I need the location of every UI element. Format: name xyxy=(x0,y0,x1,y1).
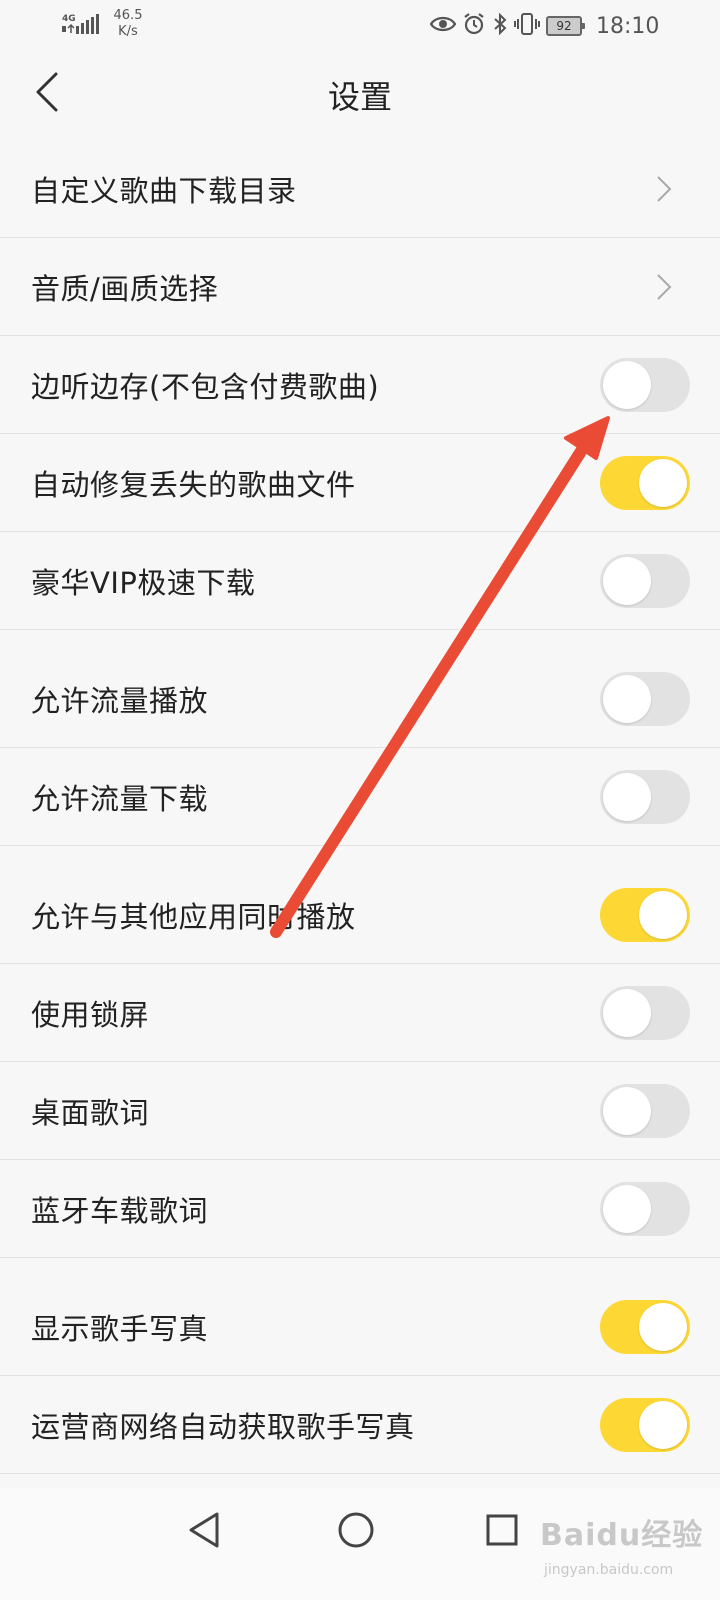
status-icons: 92 18:10 xyxy=(429,12,660,40)
toggle-knob xyxy=(603,1086,651,1135)
toggle-knob xyxy=(603,556,651,605)
setting-row-bluetooth-lyrics: 蓝牙车载歌词 xyxy=(0,1160,720,1258)
square-recent-icon xyxy=(486,1514,518,1546)
eye-icon xyxy=(429,14,457,38)
setting-row-listen-and-save: 边听边存(不包含付费歌曲) xyxy=(0,336,720,434)
toggle-artist-photo[interactable] xyxy=(600,1299,690,1354)
toggle-knob xyxy=(639,890,687,939)
nav-recent-button[interactable] xyxy=(485,1510,519,1554)
toggle-bluetooth-lyrics[interactable] xyxy=(600,1181,690,1236)
toggle-knob xyxy=(603,1184,651,1233)
settings-screen: 4G 46.5 K/s 92 18:10 设置 自定义歌曲下载目录 音质/画质选… xyxy=(0,0,720,1600)
toggle-knob xyxy=(603,360,651,409)
alarm-icon xyxy=(462,12,486,40)
setting-label: 蓝牙车载歌词 xyxy=(31,1193,209,1228)
header: 设置 xyxy=(0,48,720,140)
setting-label: 自定义歌曲下载目录 xyxy=(31,173,297,208)
page-title: 设置 xyxy=(327,78,392,116)
vibrate-icon xyxy=(514,12,540,40)
setting-row-desktop-lyrics: 桌面歌词 xyxy=(0,1062,720,1160)
setting-row-carrier-artist-photo: 运营商网络自动获取歌手写真 xyxy=(0,1376,720,1474)
setting-row-lock-screen: 使用锁屏 xyxy=(0,964,720,1062)
setting-label: 豪华VIP极速下载 xyxy=(31,565,256,600)
chevron-right-icon xyxy=(657,175,672,202)
toggle-mobile-data-download[interactable] xyxy=(600,769,690,824)
settings-list: 自定义歌曲下载目录 音质/画质选择 边听边存(不包含付费歌曲) 自动修复丢失的歌… xyxy=(0,140,720,1474)
toggle-lock-screen[interactable] xyxy=(600,985,690,1040)
toggle-knob xyxy=(639,1302,687,1351)
toggle-desktop-lyrics[interactable] xyxy=(600,1083,690,1138)
setting-label: 允许流量下载 xyxy=(31,781,209,816)
setting-row-auto-repair: 自动修复丢失的歌曲文件 xyxy=(0,434,720,532)
setting-label: 边听边存(不包含付费歌曲) xyxy=(31,369,380,404)
toggle-knob xyxy=(603,772,651,821)
toggle-listen-and-save[interactable] xyxy=(600,357,690,412)
network-speed-unit: K/s xyxy=(118,24,138,39)
setting-label: 显示歌手写真 xyxy=(31,1311,209,1346)
setting-label: 使用锁屏 xyxy=(31,997,150,1032)
toggle-knob xyxy=(603,988,651,1037)
setting-row-mix-with-others: 允许与其他应用同时播放 xyxy=(0,846,720,964)
toggle-carrier-artist-photo[interactable] xyxy=(600,1397,690,1452)
setting-label: 自动修复丢失的歌曲文件 xyxy=(31,467,356,502)
setting-label: 音质/画质选择 xyxy=(31,271,219,306)
setting-label: 运营商网络自动获取歌手写真 xyxy=(31,1409,415,1444)
watermark-sub: jingyan.baidu.com xyxy=(544,1562,674,1578)
network-speed-value: 46.5 xyxy=(113,8,143,23)
watermark-main: Baidu经验 xyxy=(540,1518,704,1553)
setting-row-quality[interactable]: 音质/画质选择 xyxy=(0,238,720,336)
setting-label: 允许与其他应用同时播放 xyxy=(31,899,356,934)
setting-label: 桌面歌词 xyxy=(31,1095,150,1130)
toggle-auto-repair[interactable] xyxy=(600,455,690,510)
bluetooth-icon xyxy=(492,12,508,40)
toggle-knob xyxy=(639,458,687,507)
toggle-vip-download[interactable] xyxy=(600,553,690,608)
setting-row-artist-photo: 显示歌手写真 xyxy=(0,1258,720,1376)
network-type-label: 4G xyxy=(62,14,76,24)
setting-row-mobile-data-download: 允许流量下载 xyxy=(0,748,720,846)
baidu-jingyan-watermark: Baidu经验 jingyan.baidu.com xyxy=(540,1502,710,1592)
status-bar: 4G 46.5 K/s 92 18:10 xyxy=(0,0,720,48)
circle-home-icon xyxy=(338,1512,374,1548)
clock: 18:10 xyxy=(596,13,660,39)
nav-back-button[interactable] xyxy=(187,1510,221,1554)
toggle-knob xyxy=(639,1400,687,1449)
toggle-mobile-data-play[interactable] xyxy=(600,671,690,726)
battery-icon: 92 xyxy=(546,16,585,36)
chevron-right-icon xyxy=(657,273,672,300)
network-speed: 46.5 K/s xyxy=(108,8,148,40)
setting-row-vip-download: 豪华VIP极速下载 xyxy=(0,532,720,630)
signal-icon: 4G xyxy=(62,12,102,40)
toggle-mix-with-others[interactable] xyxy=(600,887,690,942)
setting-label: 允许流量播放 xyxy=(31,683,209,718)
setting-row-mobile-data-play: 允许流量播放 xyxy=(0,630,720,748)
nav-home-button[interactable] xyxy=(337,1510,375,1554)
setting-row-download-directory[interactable]: 自定义歌曲下载目录 xyxy=(0,140,720,238)
triangle-back-icon xyxy=(189,1512,219,1548)
toggle-knob xyxy=(603,674,651,723)
